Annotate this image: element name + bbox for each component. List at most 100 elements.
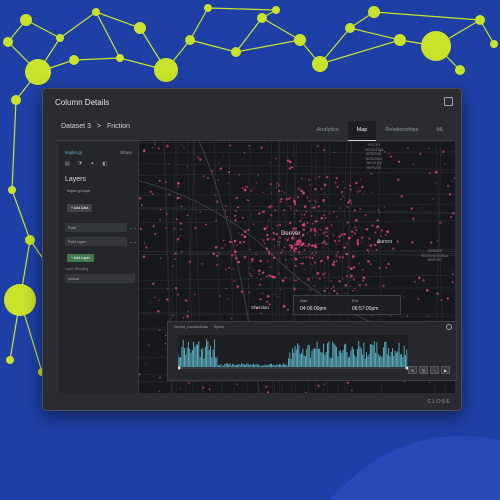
map-point — [249, 272, 251, 275]
map-point — [388, 152, 390, 155]
map-road — [139, 151, 455, 154]
map-point — [352, 278, 356, 281]
map-point — [412, 163, 415, 166]
map-point — [259, 298, 262, 301]
map-point — [348, 199, 352, 202]
map-point — [350, 202, 353, 204]
loop-icon[interactable]: ↻ — [408, 366, 417, 374]
map-point — [291, 166, 294, 169]
map-point — [149, 301, 151, 303]
interaction-icon[interactable]: ✦ — [90, 161, 94, 167]
map-point — [289, 224, 291, 226]
map-point — [211, 169, 214, 172]
tab-ml[interactable]: ML — [427, 121, 453, 141]
map-point — [177, 182, 180, 185]
timeline-speed[interactable]: Speed — [214, 325, 224, 329]
map-point — [365, 228, 369, 231]
add-data-button[interactable]: + Add Data — [67, 204, 93, 212]
map-point — [246, 186, 249, 189]
map-point — [151, 192, 154, 196]
map-point — [342, 180, 344, 183]
map-point — [176, 218, 178, 221]
map-point — [336, 251, 339, 254]
map-point — [326, 259, 328, 261]
map-point — [149, 190, 152, 193]
map-point — [312, 284, 315, 287]
breadcrumb-dataset[interactable]: Dataset 3 — [61, 123, 91, 130]
map-point — [183, 147, 185, 149]
map-point — [418, 276, 421, 280]
close-icon[interactable] — [446, 324, 452, 330]
map-point — [232, 273, 234, 276]
map-point — [279, 258, 281, 260]
map-point — [251, 260, 254, 263]
network-node — [69, 55, 79, 65]
tab-relationships[interactable]: Relationships — [376, 121, 427, 141]
map-point — [381, 229, 384, 232]
map-point — [392, 247, 395, 250]
chevron-down-icon[interactable]: ⌄ ⌄ — [129, 225, 137, 230]
map-point — [326, 255, 329, 259]
map-label-denver: Denver — [281, 231, 301, 237]
map-point — [309, 183, 311, 186]
map-point — [270, 253, 273, 256]
map-point — [162, 355, 164, 357]
layer-row-point-layer[interactable]: Point Layer ⌄ ⌄ — [65, 237, 137, 246]
map-point — [291, 259, 293, 261]
map-style-icon[interactable]: ◧ — [102, 161, 107, 167]
time-histogram[interactable] — [178, 335, 408, 375]
map-point — [275, 232, 278, 236]
layers-icon[interactable]: ▤ — [65, 161, 70, 167]
map-point — [358, 284, 361, 287]
map-point — [276, 182, 279, 185]
map-point — [384, 233, 387, 237]
map-point — [166, 144, 169, 148]
window-icon[interactable]: ◫ — [419, 366, 428, 374]
map-point — [269, 237, 271, 239]
map-point — [288, 167, 292, 170]
map-point — [322, 231, 326, 235]
layer-blending-select[interactable]: normal — [65, 274, 135, 283]
map-point — [197, 156, 200, 159]
map-point — [429, 381, 431, 383]
map-point — [305, 185, 307, 187]
map-point — [178, 196, 181, 199]
map-point — [237, 260, 241, 264]
map-point — [356, 243, 360, 246]
timeline-field[interactable]: Denver_LocationData — [174, 325, 208, 329]
map-point — [444, 162, 446, 165]
speed-icon[interactable]: ◔ — [430, 366, 439, 374]
map-point — [384, 206, 386, 208]
layer-row-point[interactable]: Point ⌄ ⌄ — [65, 223, 137, 232]
play-icon[interactable]: ▶ — [441, 366, 450, 374]
tab-analytics[interactable]: Analytics — [308, 121, 348, 141]
map-point — [301, 242, 305, 246]
map-point — [199, 158, 202, 161]
map-point — [212, 252, 215, 255]
add-layer-button[interactable]: + Add Layer — [67, 254, 94, 262]
expand-icon[interactable] — [444, 97, 453, 106]
map-point — [323, 183, 327, 187]
map-point — [291, 254, 293, 256]
map-point — [289, 207, 292, 210]
share-button[interactable]: Share — [120, 150, 132, 155]
filter-icon[interactable]: ⧩ — [78, 161, 82, 167]
end-label: End — [352, 299, 359, 303]
map-point — [375, 272, 377, 274]
map-point — [159, 329, 161, 332]
map-point — [274, 245, 276, 248]
map-point — [338, 280, 341, 283]
network-node — [312, 56, 328, 72]
chevron-down-icon[interactable]: ⌄ ⌄ — [129, 239, 137, 244]
close-button[interactable]: CLOSE — [427, 399, 451, 405]
map-point — [229, 144, 231, 147]
map-point — [358, 262, 361, 265]
map-point — [406, 147, 409, 150]
map-point — [451, 273, 454, 276]
map-point — [173, 227, 176, 230]
map-point — [266, 237, 270, 241]
modal-header: Column Details — [43, 89, 461, 117]
map-point — [342, 195, 344, 197]
map-point — [216, 254, 219, 257]
tab-map[interactable]: Map — [347, 121, 377, 141]
